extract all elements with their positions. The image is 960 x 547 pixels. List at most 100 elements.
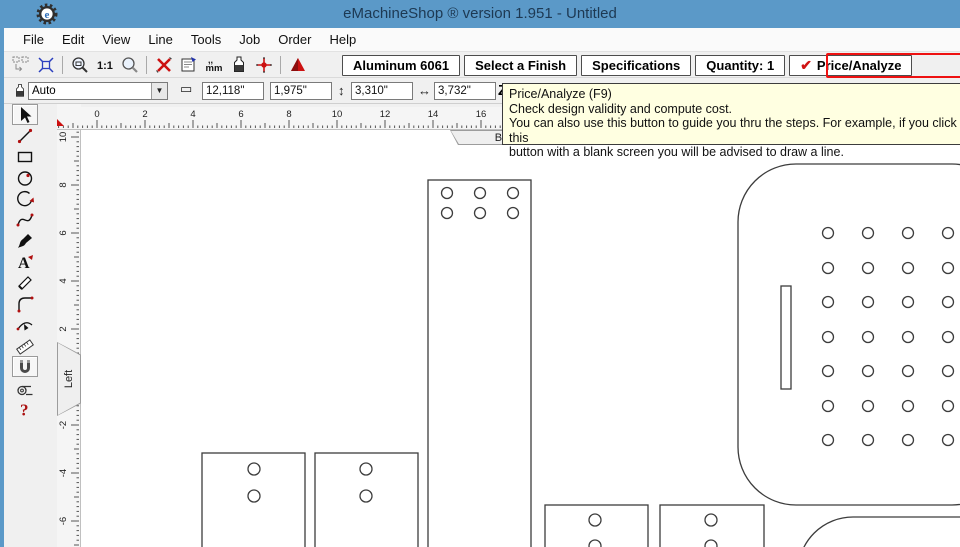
unroll-tool[interactable] (12, 377, 38, 398)
drill-hole[interactable] (903, 401, 914, 412)
height-field[interactable] (270, 82, 332, 100)
drill-hole[interactable] (943, 435, 954, 446)
drill-hole[interactable] (823, 228, 834, 239)
drill-hole[interactable] (442, 208, 453, 219)
drill-hole[interactable] (360, 463, 372, 475)
view-3d-icon[interactable] (285, 54, 310, 76)
menu-edit[interactable]: Edit (53, 29, 93, 50)
freehand-tool[interactable] (12, 230, 38, 251)
part-outline[interactable] (428, 180, 531, 547)
drawing-canvas[interactable] (81, 130, 960, 547)
tab-left-view[interactable]: Left (57, 342, 81, 416)
menu-order[interactable]: Order (269, 29, 320, 50)
tab-left-label: Left (63, 370, 75, 388)
drill-hole[interactable] (248, 490, 260, 502)
spline-tool[interactable] (12, 209, 38, 230)
drill-hole[interactable] (863, 366, 874, 377)
zoom-1-1-icon[interactable]: 1:1 (92, 54, 117, 76)
drill-hole[interactable] (823, 366, 834, 377)
magnet-snap-tool[interactable] (12, 356, 38, 377)
svg-text:e: e (45, 9, 50, 21)
drill-hole[interactable] (903, 435, 914, 446)
drill-hole[interactable] (705, 540, 717, 547)
menu-job[interactable]: Job (230, 29, 269, 50)
select-a-finish-button[interactable]: Select a Finish (464, 55, 577, 76)
menu-view[interactable]: View (93, 29, 139, 50)
pos-y-field[interactable] (351, 82, 413, 100)
menu-line[interactable]: Line (139, 29, 182, 50)
part-outline[interactable] (315, 453, 418, 547)
part-outline[interactable] (798, 517, 960, 547)
part-outline[interactable] (781, 286, 791, 389)
drill-hole[interactable] (705, 514, 717, 526)
drill-hole[interactable] (863, 228, 874, 239)
specifications-button[interactable]: Specifications (581, 55, 691, 76)
arc-tool[interactable] (12, 188, 38, 209)
price-analyze-button[interactable]: ✔Price/Analyze (789, 55, 912, 76)
drill-hole[interactable] (863, 401, 874, 412)
knife-tool[interactable] (12, 272, 38, 293)
pos-x-field[interactable] (434, 82, 496, 100)
text-tool[interactable]: A (12, 251, 38, 272)
drill-hole[interactable] (508, 208, 519, 219)
drill-hole[interactable] (863, 263, 874, 274)
fillet-tool[interactable] (12, 293, 38, 314)
drill-hole[interactable] (903, 332, 914, 343)
drill-hole[interactable] (943, 228, 954, 239)
drill-hole[interactable] (943, 332, 954, 343)
rectangle-tool[interactable] (12, 146, 38, 167)
drill-hole[interactable] (863, 297, 874, 308)
drill-hole[interactable] (248, 463, 260, 475)
line-style-select[interactable]: Auto ▼ (28, 82, 168, 100)
fill-style-icon[interactable] (226, 54, 251, 76)
multi-view-icon[interactable] (8, 54, 33, 76)
origin-point-icon[interactable] (251, 54, 276, 76)
part-outline[interactable] (202, 453, 305, 547)
svg-text:16: 16 (476, 109, 487, 120)
drill-hole[interactable] (823, 332, 834, 343)
drill-hole[interactable] (903, 297, 914, 308)
aluminum-6061-button[interactable]: Aluminum 6061 (342, 55, 460, 76)
drill-hole[interactable] (360, 490, 372, 502)
help-tool[interactable]: ? (12, 398, 38, 419)
drill-hole[interactable] (475, 188, 486, 199)
drill-hole[interactable] (943, 401, 954, 412)
pan-view-icon[interactable] (33, 54, 58, 76)
zoom-in-icon[interactable] (117, 54, 142, 76)
combo-dropdown-arrow[interactable]: ▼ (151, 83, 167, 99)
drill-hole[interactable] (943, 297, 954, 308)
drill-hole[interactable] (823, 297, 834, 308)
drill-hole[interactable] (823, 263, 834, 274)
properties-icon[interactable] (176, 54, 201, 76)
part-outline[interactable] (738, 164, 960, 505)
delete-icon[interactable] (151, 54, 176, 76)
drill-hole[interactable] (863, 332, 874, 343)
drill-hole[interactable] (442, 188, 453, 199)
drill-hole[interactable] (823, 435, 834, 446)
line-tool[interactable] (12, 125, 38, 146)
menu-help[interactable]: Help (320, 29, 365, 50)
node-edit-tool[interactable] (12, 314, 38, 335)
measure-tool[interactable] (12, 335, 38, 356)
units-mm-icon[interactable]: ,,mm (201, 54, 226, 76)
drill-hole[interactable] (903, 263, 914, 274)
zoom-window-icon[interactable] (67, 54, 92, 76)
drill-hole[interactable] (589, 540, 601, 547)
drill-hole[interactable] (475, 208, 486, 219)
drill-hole[interactable] (823, 401, 834, 412)
quantity-1-button[interactable]: Quantity: 1 (695, 55, 785, 76)
drill-hole[interactable] (943, 366, 954, 377)
width-field[interactable] (202, 82, 264, 100)
drill-hole[interactable] (508, 188, 519, 199)
drill-hole[interactable] (903, 228, 914, 239)
app-gear-icon[interactable]: e (36, 3, 58, 25)
circle-tool[interactable] (12, 167, 38, 188)
drill-hole[interactable] (943, 263, 954, 274)
select-tool[interactable] (12, 104, 38, 125)
fill-style-icon[interactable] (12, 82, 28, 100)
drill-hole[interactable] (589, 514, 601, 526)
menu-tools[interactable]: Tools (182, 29, 230, 50)
drill-hole[interactable] (863, 435, 874, 446)
menu-file[interactable]: File (14, 29, 53, 50)
drill-hole[interactable] (903, 366, 914, 377)
